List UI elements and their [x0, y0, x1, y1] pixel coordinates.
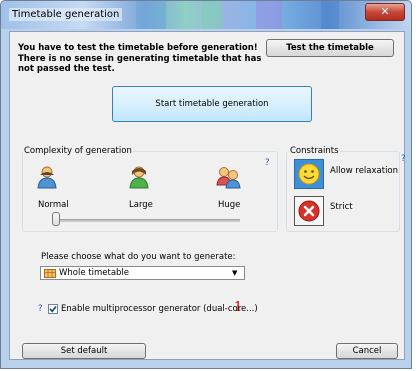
dialog-window: Timetable generation ✕ You have to test … — [0, 0, 412, 369]
multiprocessor-checkbox[interactable] — [48, 304, 58, 314]
huge-level-label: Huge — [218, 200, 241, 210]
allow-relaxation-label: Allow relaxation — [330, 166, 399, 176]
normal-level-label: Normal — [38, 200, 69, 210]
large-single-user-icon — [129, 166, 149, 189]
dialog-body: You have to test the timetable before ge… — [9, 31, 406, 360]
multiprocessor-label[interactable]: Enable multiprocessor generator (dual-co… — [61, 304, 258, 314]
huge-user-group-icon — [216, 167, 241, 189]
complexity-help-icon[interactable]: ? — [265, 158, 270, 168]
generate-select-value: Whole timetable — [59, 268, 130, 278]
smiley-icon — [298, 163, 320, 185]
constraints-label: Constraints — [289, 146, 340, 156]
close-icon: ✕ — [380, 5, 390, 18]
complexity-label: Complexity of generation — [23, 146, 133, 156]
large-level-label: Large — [129, 200, 153, 210]
complexity-slider-track[interactable] — [52, 219, 240, 222]
test-timetable-button[interactable]: Test the timetable — [266, 39, 394, 57]
close-button[interactable]: ✕ — [365, 3, 405, 21]
allow-relaxation-button[interactable] — [294, 159, 324, 189]
test-warning: You have to test the timetable before ge… — [18, 43, 262, 74]
cancel-button[interactable]: Cancel — [336, 343, 398, 359]
multiprocessor-help-icon[interactable]: ? — [38, 304, 43, 314]
constraints-help-icon[interactable]: ? — [401, 154, 406, 164]
timetable-icon — [44, 269, 56, 278]
checkmark-icon — [49, 306, 57, 313]
set-default-button[interactable]: Set default — [22, 343, 146, 359]
chevron-down-icon: ▼ — [232, 269, 238, 277]
generate-select[interactable]: Whole timetable ▼ — [40, 266, 245, 280]
normal-single-user-icon — [37, 166, 57, 189]
annotation-number: 1 — [234, 300, 243, 315]
start-generation-button[interactable]: Start timetable generation — [112, 86, 312, 122]
stop-icon — [298, 200, 320, 222]
title-bar[interactable]: Timetable generation ✕ — [1, 1, 411, 29]
window-title: Timetable generation — [9, 8, 123, 21]
complexity-slider-thumb[interactable] — [52, 212, 60, 226]
strict-button[interactable] — [294, 196, 324, 226]
generate-prompt: Please choose what do you want to genera… — [41, 252, 236, 262]
strict-label: Strict — [330, 202, 353, 212]
